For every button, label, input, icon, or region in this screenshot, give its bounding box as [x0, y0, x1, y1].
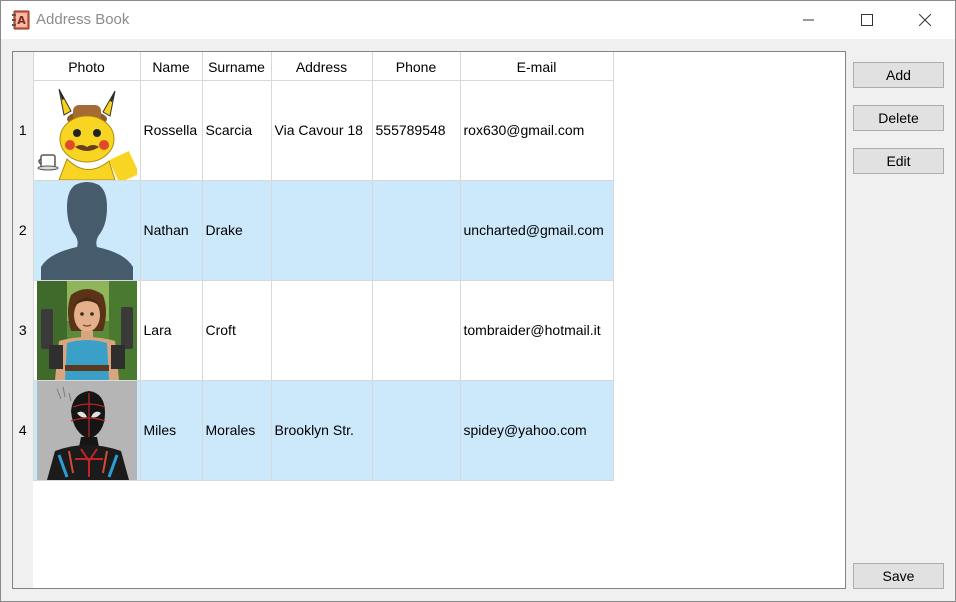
- photo-cell[interactable]: [33, 380, 141, 481]
- close-icon: [919, 14, 931, 26]
- table-corner[interactable]: [13, 52, 34, 80]
- column-header-photo[interactable]: Photo: [33, 52, 141, 81]
- save-button[interactable]: Save: [853, 563, 944, 589]
- column-header-surname[interactable]: Surname: [202, 52, 272, 81]
- phone-cell[interactable]: 555789548: [372, 80, 461, 181]
- address-cell[interactable]: [271, 280, 373, 381]
- minimize-button[interactable]: [780, 1, 838, 39]
- address-cell[interactable]: Via Cavour 18: [271, 80, 373, 181]
- column-header-phone[interactable]: Phone: [372, 52, 461, 81]
- table-row[interactable]: 3 Lara Croft tombraider@hotmail.it: [13, 280, 614, 381]
- header-row: Photo Name Surname Address Phone E-mail: [13, 52, 614, 81]
- surname-cell[interactable]: Scarcia: [202, 80, 272, 181]
- title-bar[interactable]: A Address Book: [1, 1, 955, 39]
- maximize-icon: [861, 14, 873, 26]
- email-cell[interactable]: rox630@gmail.com: [460, 80, 614, 181]
- row-header[interactable]: 2: [13, 180, 34, 280]
- surname-cell[interactable]: Morales: [202, 380, 272, 481]
- photo-cell[interactable]: [33, 280, 141, 381]
- address-cell[interactable]: [271, 180, 373, 281]
- name-cell[interactable]: Nathan: [140, 180, 203, 281]
- phone-cell[interactable]: [372, 180, 461, 281]
- surname-cell[interactable]: Drake: [202, 180, 272, 281]
- name-cell[interactable]: Rossella: [140, 80, 203, 181]
- surname-cell[interactable]: Croft: [202, 280, 272, 381]
- address-book-icon: A: [12, 10, 30, 30]
- minimize-icon: [803, 19, 814, 21]
- column-header-name[interactable]: Name: [140, 52, 203, 81]
- email-cell[interactable]: tombraider@hotmail.it: [460, 280, 614, 381]
- contacts-table[interactable]: Photo Name Surname Address Phone E-mail …: [12, 51, 846, 589]
- row-header[interactable]: 3: [13, 280, 34, 380]
- photo-cell[interactable]: [33, 80, 141, 181]
- row-header[interactable]: 1: [13, 80, 34, 180]
- table-row[interactable]: 1 Rossella Scarcia Via Cavour 18 5557895…: [13, 80, 614, 181]
- lara-croft-avatar: [36, 280, 137, 379]
- contacts-grid: Photo Name Surname Address Phone E-mail …: [13, 52, 614, 481]
- address-book-window: A Address Book Photo Name Surname Addres…: [0, 0, 956, 602]
- address-cell[interactable]: Brooklyn Str.: [271, 380, 373, 481]
- add-button[interactable]: Add: [853, 62, 944, 88]
- row-header[interactable]: 4: [13, 380, 34, 480]
- maximize-button[interactable]: [838, 1, 896, 39]
- column-header-address[interactable]: Address: [271, 52, 373, 81]
- default-silhouette-avatar: [36, 180, 137, 279]
- photo-cell[interactable]: [33, 180, 141, 281]
- pikachu-detective-avatar: [36, 80, 137, 179]
- edit-button[interactable]: Edit: [853, 148, 944, 174]
- miles-morales-avatar: [36, 380, 137, 479]
- email-cell[interactable]: spidey@yahoo.com: [460, 380, 614, 481]
- phone-cell[interactable]: [372, 280, 461, 381]
- phone-cell[interactable]: [372, 380, 461, 481]
- column-header-email[interactable]: E-mail: [460, 52, 614, 81]
- delete-button[interactable]: Delete: [853, 105, 944, 131]
- email-cell[interactable]: uncharted@gmail.com: [460, 180, 614, 281]
- table-row[interactable]: 2 Nathan Drake uncharted@gmail.com: [13, 180, 614, 281]
- name-cell[interactable]: Lara: [140, 280, 203, 381]
- window-title: Address Book: [36, 11, 130, 28]
- close-button[interactable]: [896, 1, 954, 39]
- table-row[interactable]: 4 Miles Morales Brooklyn Str. spidey@yah…: [13, 380, 614, 481]
- svg-text:A: A: [17, 14, 26, 27]
- name-cell[interactable]: Miles: [140, 380, 203, 481]
